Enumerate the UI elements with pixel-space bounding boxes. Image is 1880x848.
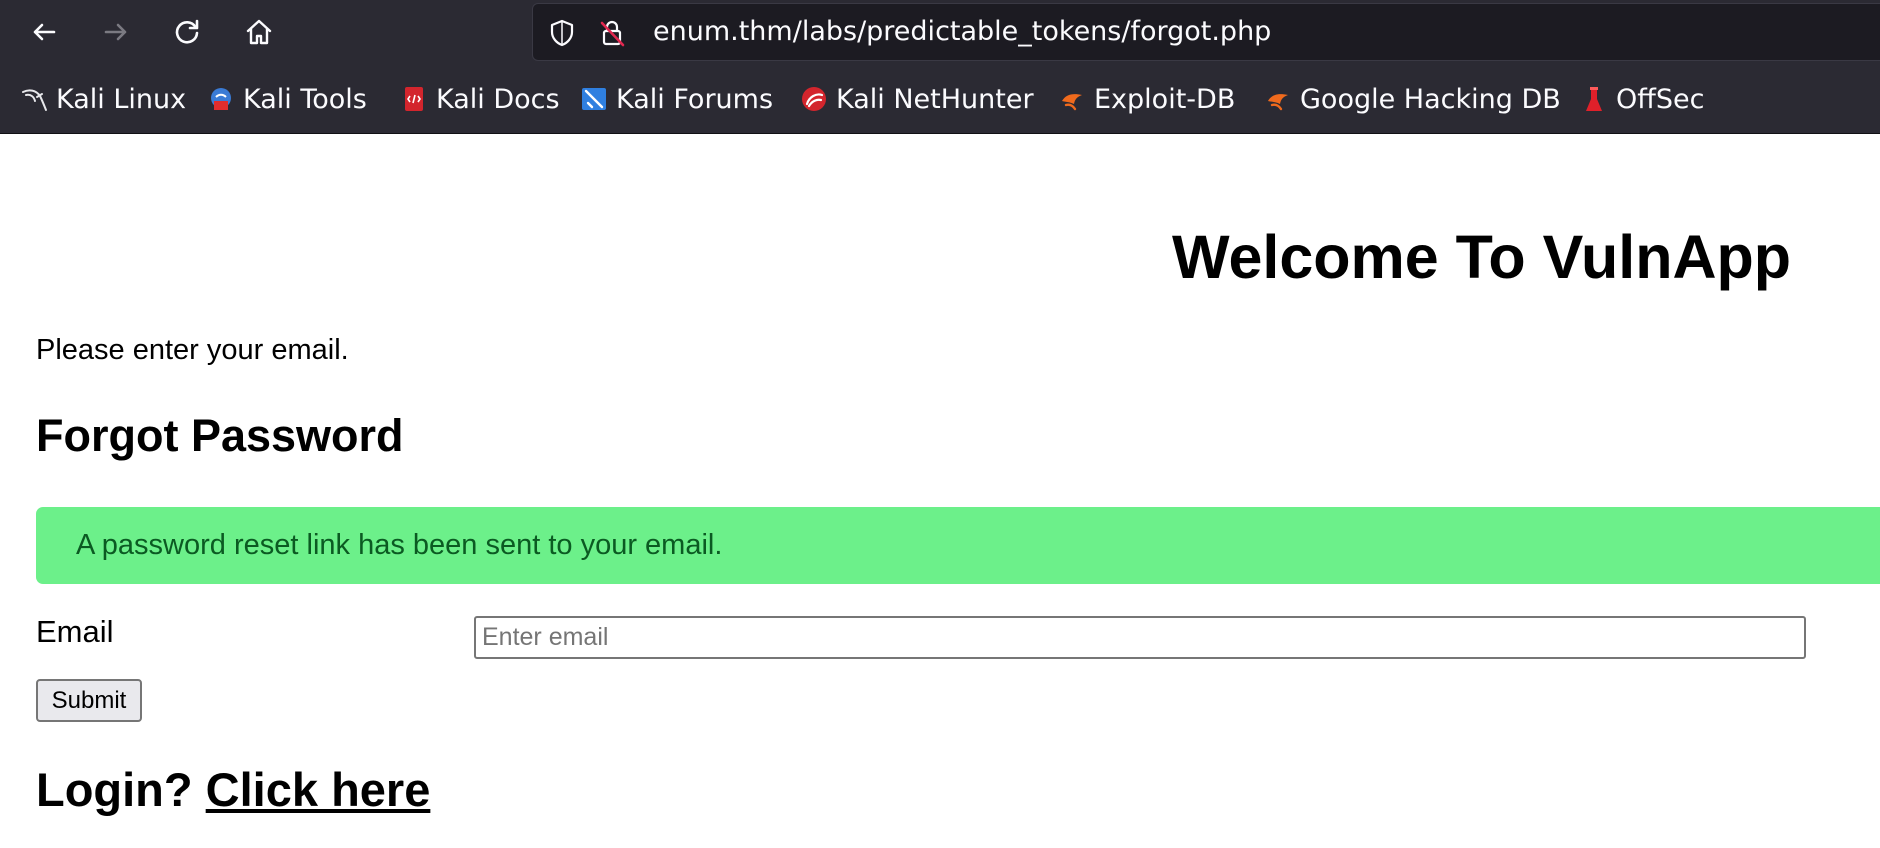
- bookmark-label: OffSec: [1616, 83, 1705, 115]
- bookmark-label: Kali Tools: [243, 83, 367, 115]
- kali-dragon-icon: [20, 85, 48, 113]
- bookmark-offsec[interactable]: OffSec: [1580, 64, 1704, 134]
- bookmark-label: Kali NetHunter: [836, 83, 1034, 115]
- bookmark-kali-forums[interactable]: Kali Forums: [580, 64, 773, 134]
- site-title: Welcome To VulnApp: [1172, 223, 1792, 291]
- bookmark-kali-linux[interactable]: Kali Linux: [20, 64, 186, 134]
- bookmark-kali-nethunter[interactable]: Kali NetHunter: [800, 64, 1034, 134]
- insecure-lock-icon[interactable]: [595, 16, 629, 50]
- exploit-db-icon: [1058, 85, 1086, 113]
- home-icon: [246, 19, 272, 45]
- arrow-left-icon: [33, 23, 56, 41]
- bookmark-label: Kali Docs: [436, 83, 560, 115]
- shield-icon[interactable]: [545, 16, 579, 50]
- forward-button[interactable]: [96, 12, 136, 52]
- url-text[interactable]: enum.thm/labs/predictable_tokens/forgot.…: [653, 4, 1271, 60]
- back-button[interactable]: [24, 12, 64, 52]
- bookmark-kali-docs[interactable]: Kali Docs: [400, 64, 560, 134]
- kali-docs-icon: [400, 85, 428, 113]
- submit-button[interactable]: Submit: [36, 679, 142, 722]
- email-field[interactable]: [474, 616, 1806, 659]
- bookmarks-bar: Kali Linux Kali Tools Kali Docs Kali For…: [0, 64, 1880, 134]
- web-page: Welcome To VulnApp Please enter your ema…: [0, 134, 1880, 848]
- home-button[interactable]: [239, 12, 279, 52]
- bookmark-label: Kali Forums: [616, 83, 774, 115]
- bookmark-label: Kali Linux: [56, 83, 187, 115]
- reload-button[interactable]: [167, 12, 207, 52]
- bookmark-label: Exploit-DB: [1094, 83, 1236, 115]
- bookmark-kali-tools[interactable]: Kali Tools: [207, 64, 367, 134]
- email-label: Email: [36, 614, 114, 649]
- intro-text: Please enter your email.: [36, 334, 349, 366]
- kali-forums-icon: [580, 85, 608, 113]
- arrow-right-icon: [104, 23, 127, 41]
- login-prefix: Login?: [36, 763, 193, 816]
- browser-toolbar: enum.thm/labs/predictable_tokens/forgot.…: [0, 0, 1880, 64]
- bookmark-exploit-db[interactable]: Exploit-DB: [1058, 64, 1235, 134]
- bookmark-label: Google Hacking DB: [1300, 83, 1561, 115]
- success-alert: A password reset link has been sent to y…: [36, 507, 1880, 584]
- kali-nethunter-icon: [800, 85, 828, 113]
- form-title: Forgot Password: [36, 410, 404, 461]
- exploit-db-icon: [1264, 85, 1292, 113]
- login-line: Login? Click here: [36, 762, 430, 817]
- login-link[interactable]: Click here: [206, 763, 431, 816]
- kali-tools-icon: [207, 85, 235, 113]
- offsec-icon: [1580, 85, 1608, 113]
- reload-icon: [175, 19, 199, 44]
- bookmark-google-hacking-db[interactable]: Google Hacking DB: [1264, 64, 1561, 134]
- address-bar[interactable]: enum.thm/labs/predictable_tokens/forgot.…: [532, 3, 1880, 61]
